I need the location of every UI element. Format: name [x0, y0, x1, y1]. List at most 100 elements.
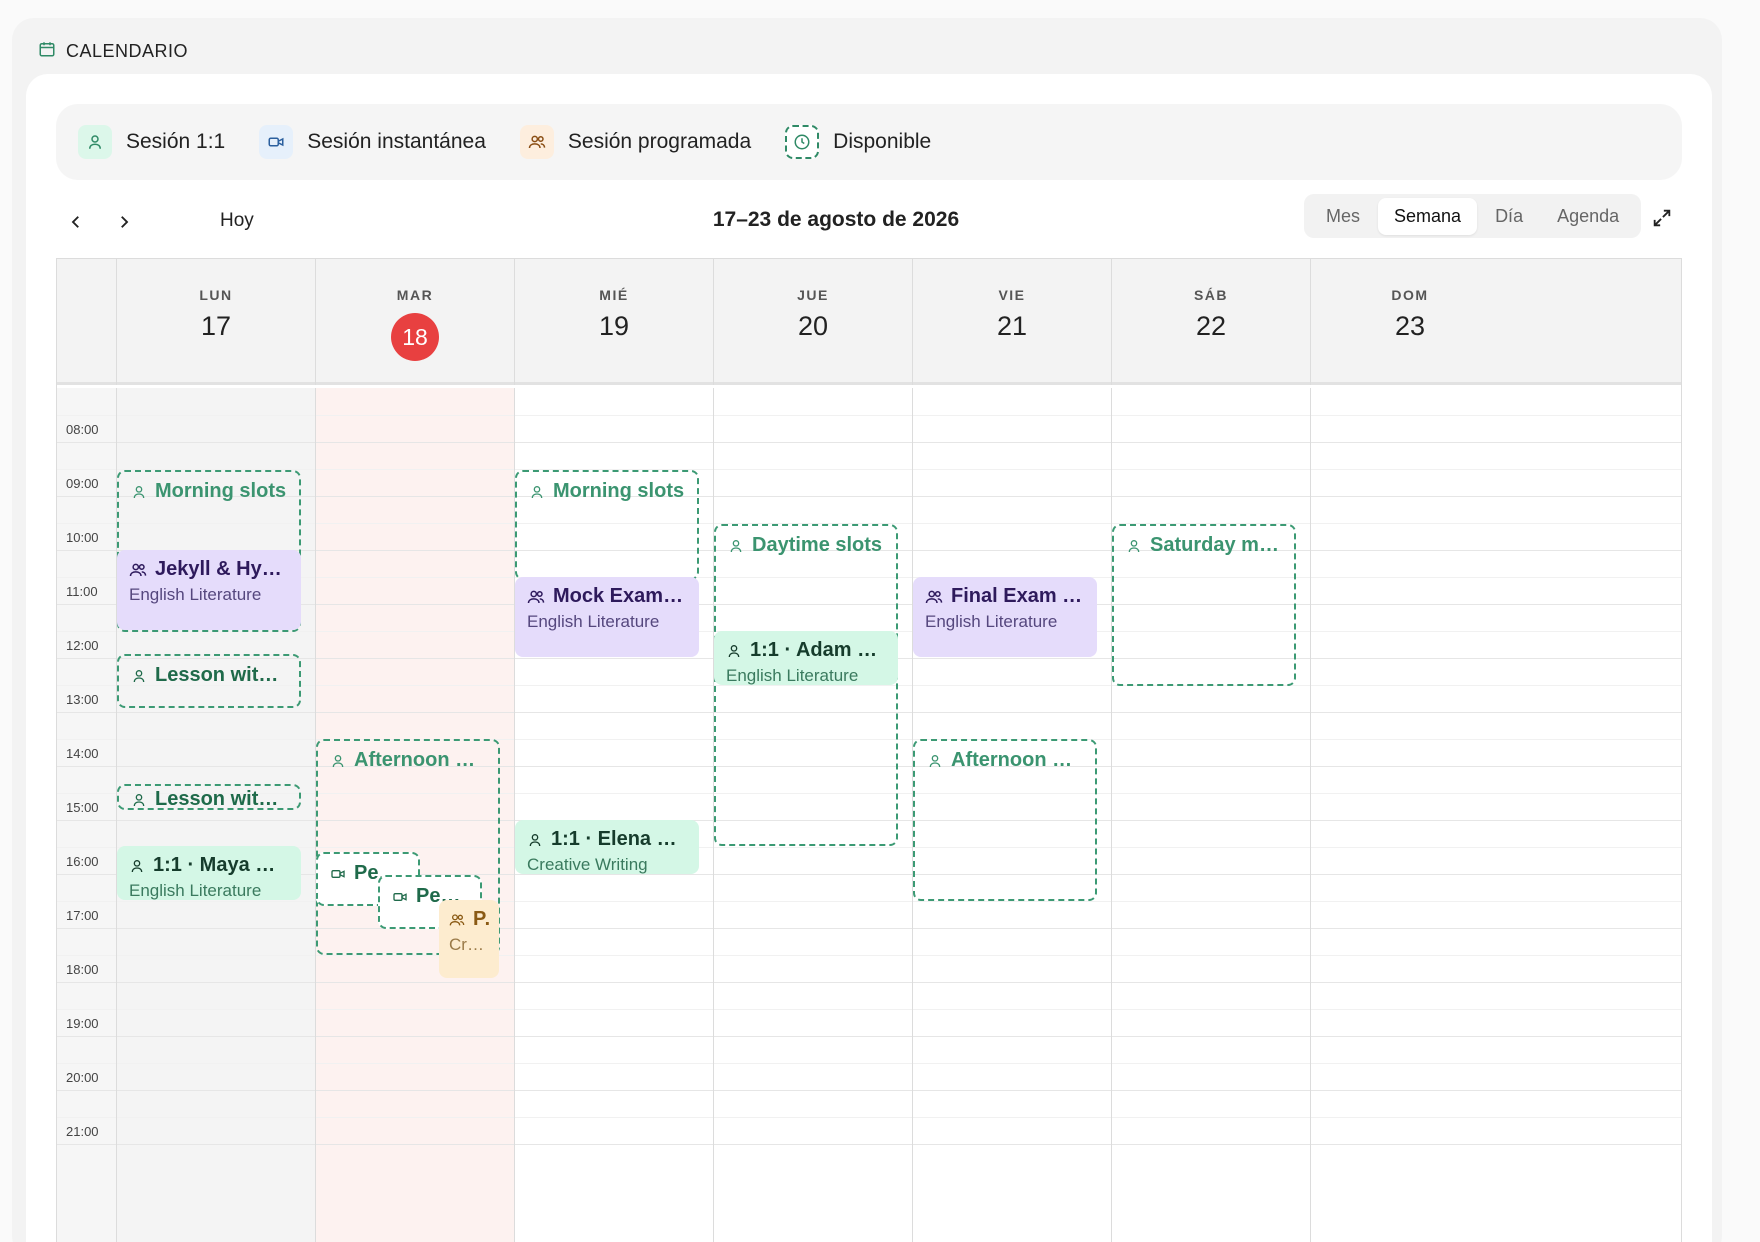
calendar-toolbar: Hoy 17–23 de agosto de 2026 Mes Semana D…	[56, 194, 1682, 250]
event-title: Mock Exam D...	[553, 585, 687, 607]
legend-label: Disponible	[833, 130, 932, 153]
day-number: 22	[1195, 311, 1227, 341]
expand-button[interactable]	[1644, 200, 1680, 236]
legend-item-one-on-one: Sesión 1:1	[78, 125, 225, 159]
event-title: 1:1 · Elena Vas...	[551, 828, 687, 850]
view-week-button[interactable]: Semana	[1378, 197, 1478, 235]
event-title: 1:1 · Maya Rive...	[153, 854, 289, 876]
hour-label: 18:00	[66, 962, 99, 977]
one-on-one-event[interactable]: 1:1 · Elena Vas... Creative Writing	[515, 820, 699, 874]
chevron-left-icon	[71, 216, 79, 228]
hour-label: 14:00	[66, 746, 99, 761]
video-icon	[259, 125, 294, 159]
calendar-panel: CALENDARIO Sesión 1:1 Sesión instantánea…	[12, 18, 1722, 1242]
user-icon	[332, 754, 344, 767]
day-header-wed[interactable]: MIÉ 19	[514, 259, 713, 385]
day-header-tue[interactable]: MAR 18	[315, 259, 514, 385]
availability-block[interactable]: Morning slots	[515, 470, 699, 580]
legend-label: Sesión programada	[567, 130, 752, 153]
availability-block[interactable]: Daytime slots	[714, 524, 898, 846]
day-header-fri[interactable]: VIE 21	[912, 259, 1111, 385]
legend-item-scheduled: Sesión programada	[519, 125, 752, 159]
user-icon	[529, 833, 541, 846]
legend-label: Sesión 1:1	[126, 130, 226, 153]
hour-label: 17:00	[66, 908, 99, 923]
event-subtitle: English Literature	[527, 612, 660, 631]
day-header-sat[interactable]: SÁB 22	[1111, 259, 1310, 385]
day-header-sun[interactable]: DOM 23	[1310, 259, 1509, 385]
day-number: 19	[598, 311, 630, 341]
user-icon	[730, 539, 742, 552]
day-header-thu[interactable]: JUE 20	[713, 259, 912, 385]
day-name: SÁB	[1193, 287, 1229, 303]
prev-week-button[interactable]	[56, 202, 96, 242]
user-icon	[78, 125, 112, 159]
event-title: Final Exam Co...	[951, 585, 1085, 607]
view-agenda-button[interactable]: Agenda	[1541, 198, 1635, 235]
user-icon	[133, 669, 145, 682]
hour-label: 21:00	[66, 1124, 99, 1139]
legend: Sesión 1:1 Sesión instantánea Sesión pro…	[56, 104, 1682, 180]
event-title: 1:1 · Adam Ko...	[750, 639, 886, 661]
event-title: Afternoon slots	[354, 749, 486, 771]
user-icon	[131, 859, 143, 872]
user-icon	[531, 485, 543, 498]
scheduled-session-event[interactable]: Mock Exam D... English Literature	[515, 577, 699, 657]
event-title: Jekyll & Hyde:...	[155, 558, 289, 580]
user-icon	[929, 754, 941, 767]
view-switcher: Mes Semana Día Agenda	[1304, 194, 1642, 238]
hour-label: 09:00	[66, 476, 99, 491]
user-icon	[728, 644, 740, 657]
availability-block[interactable]: Lesson with L...	[117, 784, 301, 810]
event-subtitle: English Literature	[129, 585, 262, 604]
scheduled-session-event[interactable]: Jekyll & Hyde:... English Literature	[117, 550, 301, 630]
event-title: P.	[473, 908, 489, 930]
one-on-one-event[interactable]: 1:1 · Adam Ko... English Literature	[714, 631, 898, 685]
user-icon	[133, 485, 145, 498]
event-title: Daytime slots	[752, 534, 883, 556]
event-title: Lesson with L...	[155, 788, 287, 810]
next-week-button[interactable]	[104, 202, 144, 242]
event-subtitle: English Literature	[925, 612, 1058, 631]
users-icon	[519, 125, 554, 159]
time-gutter-header	[57, 259, 116, 385]
event-title: Afternoon slots	[951, 749, 1083, 771]
day-name: LUN	[199, 287, 233, 303]
availability-block[interactable]: Lesson with A...	[117, 654, 301, 708]
hour-label: 11:00	[66, 584, 98, 599]
day-header-mon[interactable]: LUN 17	[116, 259, 315, 385]
event-title: Morning slots	[553, 480, 685, 502]
hour-label: 20:00	[66, 1070, 99, 1085]
hour-label: 08:00	[66, 422, 99, 437]
time-grid: 08:00 09:00 10:00 11:00 12:00 13:00 14:0…	[57, 388, 1681, 1242]
one-on-one-event[interactable]: 1:1 · Maya Rive... English Literature	[117, 846, 301, 900]
users-icon	[527, 590, 545, 603]
today-button[interactable]: Hoy	[220, 210, 254, 232]
scheduled-session-event[interactable]: P. Cre...	[439, 900, 499, 978]
event-subtitle: English Literature	[726, 666, 859, 685]
user-icon	[1128, 539, 1140, 552]
time-gutter	[57, 388, 116, 1242]
day-name: MIÉ	[599, 287, 629, 303]
hour-label: 16:00	[66, 854, 99, 869]
day-name: MAR	[396, 287, 434, 303]
hour-label: 13:00	[66, 692, 99, 707]
day-number: 23	[1394, 311, 1426, 341]
scheduled-session-event[interactable]: Final Exam Co... English Literature	[913, 577, 1097, 657]
video-icon	[393, 892, 407, 901]
chevron-right-icon	[121, 216, 129, 228]
section-title: CALENDARIO	[38, 40, 188, 63]
view-day-button[interactable]: Día	[1479, 198, 1539, 235]
day-number: 20	[797, 311, 829, 341]
availability-block[interactable]: Saturday mor...	[1112, 524, 1296, 686]
today-badge: 18	[391, 313, 439, 361]
calendar-card: Sesión 1:1 Sesión instantánea Sesión pro…	[26, 74, 1712, 1242]
view-month-button[interactable]: Mes	[1310, 198, 1376, 235]
day-header-row: LUN 17 MAR 18 MIÉ 19 JUE 20 VIE 21 SÁB 2…	[57, 259, 1681, 385]
clock-icon	[785, 125, 820, 159]
event-subtitle: English Literature	[129, 881, 262, 900]
availability-block[interactable]: Afternoon slots	[913, 739, 1097, 901]
event-title: Saturday mor...	[1150, 534, 1282, 556]
section-title-text: CALENDARIO	[66, 41, 189, 61]
day-number: 17	[200, 311, 232, 341]
